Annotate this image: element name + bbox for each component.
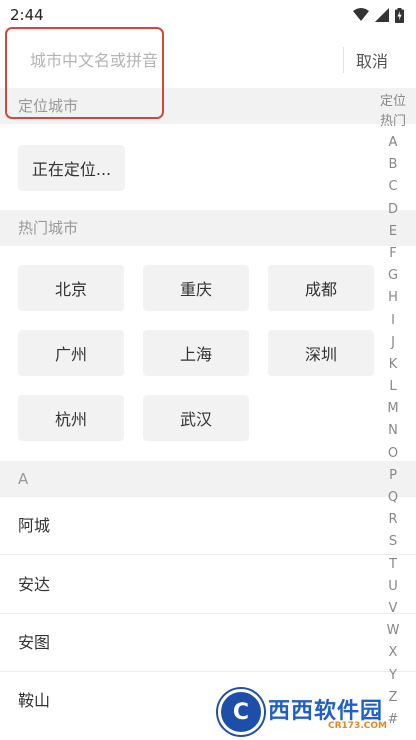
index-item[interactable]: E xyxy=(389,221,397,243)
hot-city-chip[interactable]: 武汉 xyxy=(143,395,249,441)
hot-city-chip[interactable]: 重庆 xyxy=(143,265,249,311)
hot-city-chip[interactable]: 成都 xyxy=(268,265,374,311)
search-divider xyxy=(343,47,344,73)
index-item-hot[interactable]: 热门 xyxy=(380,112,406,132)
alphabet-index-bar[interactable]: 定位 热门 A B C D E F G H I J K L M N O P Q … xyxy=(378,92,408,731)
index-item[interactable]: L xyxy=(389,376,396,398)
index-item[interactable]: H xyxy=(388,287,398,309)
index-item[interactable]: Y xyxy=(389,665,397,687)
city-list-item[interactable]: 安图 xyxy=(0,614,416,672)
index-item[interactable]: M xyxy=(387,398,398,420)
index-item[interactable]: C xyxy=(388,176,397,198)
cellular-signal-icon xyxy=(375,8,389,22)
index-item[interactable]: P xyxy=(389,465,397,487)
index-item[interactable]: J xyxy=(391,332,395,354)
index-item[interactable]: I xyxy=(391,310,395,332)
index-item[interactable]: F xyxy=(389,243,396,265)
locating-button[interactable]: 正在定位... xyxy=(18,145,125,191)
index-item-location[interactable]: 定位 xyxy=(380,92,406,112)
section-header-location: 定位城市 xyxy=(0,88,416,124)
hot-city-chip[interactable]: 广州 xyxy=(18,330,124,376)
search-input[interactable] xyxy=(30,48,330,72)
watermark-text: 西西软件园 CR173.COM xyxy=(268,693,387,731)
wifi-icon xyxy=(353,8,369,21)
index-item[interactable]: X xyxy=(389,642,398,664)
section-header-letter: A xyxy=(0,461,416,497)
index-item[interactable]: G xyxy=(388,265,398,287)
index-item[interactable]: D xyxy=(388,199,398,221)
index-item[interactable]: N xyxy=(388,420,398,442)
hot-city-chip[interactable]: 上海 xyxy=(143,330,249,376)
watermark-logo: C 西西软件园 CR173.COM xyxy=(218,689,398,735)
hot-city-chip[interactable]: 深圳 xyxy=(268,330,374,376)
watermark-c-icon: C xyxy=(218,689,264,735)
index-item[interactable]: A xyxy=(389,132,398,154)
index-item[interactable]: S xyxy=(389,531,397,553)
status-time: 2:44 xyxy=(10,6,44,24)
index-item[interactable]: V xyxy=(389,598,398,620)
index-item[interactable]: Q xyxy=(388,487,398,509)
battery-icon xyxy=(395,7,404,23)
index-item[interactable]: R xyxy=(388,509,397,531)
watermark-url: CR173.COM xyxy=(328,721,387,731)
index-item[interactable]: U xyxy=(388,576,398,598)
hot-city-chip[interactable]: 杭州 xyxy=(18,395,124,441)
index-item[interactable]: W xyxy=(387,620,400,642)
status-icons xyxy=(353,7,404,23)
section-header-hot: 热门城市 xyxy=(0,210,416,246)
index-item[interactable]: O xyxy=(388,443,398,465)
index-item[interactable]: T xyxy=(389,554,397,576)
city-list-item[interactable]: 安达 xyxy=(0,556,416,614)
status-bar: 2:44 xyxy=(0,0,416,30)
index-item[interactable]: K xyxy=(389,354,398,376)
index-item[interactable]: B xyxy=(389,154,398,176)
hot-city-chip[interactable]: 北京 xyxy=(18,265,124,311)
search-bar: 取消 xyxy=(0,30,416,88)
city-list-item[interactable]: 阿城 xyxy=(0,497,416,555)
cancel-button[interactable]: 取消 xyxy=(356,48,388,72)
